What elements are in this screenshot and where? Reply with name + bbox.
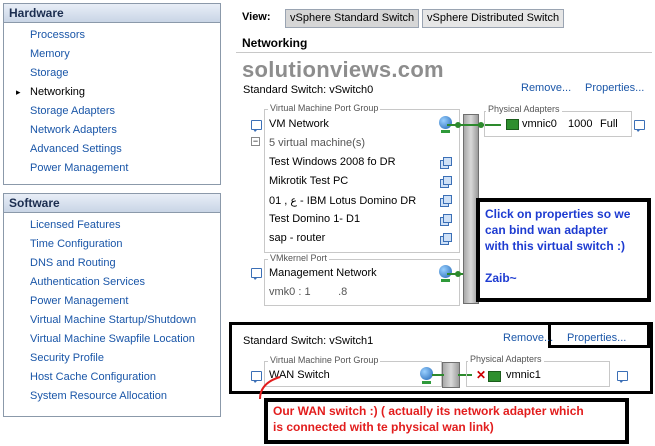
port-group-globe-icon — [439, 116, 452, 133]
software-item-dns-and-routing[interactable]: DNS and Routing — [4, 254, 220, 273]
hardware-item-memory[interactable]: Memory — [4, 45, 220, 64]
wan-port-group-legend: Virtual Machine Port Group — [268, 355, 381, 365]
switch1-remove-link[interactable]: Remove... — [503, 332, 553, 344]
disconnected-icon: ✕ — [476, 368, 487, 382]
comment-icon[interactable] — [251, 268, 262, 280]
wan-physical-adapters-legend: Physical Adapters — [468, 354, 544, 364]
vm-port-group-legend: Virtual Machine Port Group — [268, 103, 381, 113]
vm-list-item[interactable]: sap - router — [269, 232, 325, 244]
properties-annotation-text: Click on properties so we can bind wan ad… — [485, 206, 630, 286]
hardware-header: Hardware — [4, 4, 220, 23]
software-item-licensed-features[interactable]: Licensed Features — [4, 216, 220, 235]
software-header: Software — [4, 194, 220, 213]
switch0-properties-link[interactable]: Properties... — [585, 82, 644, 94]
wan-line — [432, 374, 444, 376]
software-item-time-configuration[interactable]: Time Configuration — [4, 235, 220, 254]
vmkernel-globe-icon — [439, 265, 452, 282]
hardware-panel: Hardware ProcessorsMemoryStorageNetworki… — [3, 3, 221, 185]
hardware-item-advanced-settings[interactable]: Advanced Settings — [4, 140, 220, 159]
vmk-ip: vmk0 : 1 .8 — [269, 286, 348, 298]
vm-list-item[interactable]: Test Windows 2008 fo DR — [269, 156, 396, 168]
wan-annotation-text: Our WAN switch :) ( actually its network… — [273, 403, 584, 435]
annotation-line: Click on properties so we — [485, 207, 631, 221]
standard-switch-view-button[interactable]: vSphere Standard Switch — [285, 9, 420, 28]
vmnic0-label: vmnic0 — [522, 118, 557, 130]
nic-icon — [506, 119, 519, 130]
distributed-switch-view-button[interactable]: vSphere Distributed Switch — [422, 9, 565, 28]
software-item-security-profile[interactable]: Security Profile — [4, 349, 220, 368]
vm-icon[interactable] — [440, 233, 452, 245]
nic-icon — [488, 371, 501, 382]
vm-icon[interactable] — [440, 176, 452, 188]
vmnic1-label: vmnic1 — [506, 369, 541, 381]
software-item-virtual-machine-startup-shutdown[interactable]: Virtual Machine Startup/Shutdown — [4, 311, 220, 330]
watermark: solutionviews.com — [242, 57, 444, 82]
comment-icon[interactable] — [251, 120, 262, 132]
software-panel: Software Licensed Features Time Configura… — [3, 193, 221, 417]
annotation-line: is connected with te physical wan link) — [273, 420, 494, 434]
vmnic0-speed: 1000 — [568, 118, 593, 130]
physical-adapters-legend: Physical Adapters — [486, 104, 562, 114]
switch0-remove-link[interactable]: Remove... — [521, 82, 571, 94]
vm-list-item[interactable]: ع , 01 - IBM Lotus Domino DR — [269, 194, 416, 207]
switch0-title: Standard Switch: vSwitch0 — [243, 84, 374, 96]
vm-count: 5 virtual machine(s) — [269, 137, 365, 149]
hardware-list: ProcessorsMemoryStorageNetworkingStorage… — [4, 23, 220, 178]
hardware-item-processors[interactable]: Processors — [4, 26, 220, 45]
software-item-system-resource-allocation[interactable]: System Resource Allocation — [4, 387, 220, 406]
management-network-label: Management Network — [269, 267, 377, 279]
vmk-dot — [455, 271, 461, 277]
software-item-power-management[interactable]: Power Management — [4, 292, 220, 311]
vm-list-item[interactable]: Test Domino 1- D1 — [269, 213, 360, 225]
hardware-item-networking[interactable]: Networking — [4, 83, 220, 102]
software-item-virtual-machine-swapfile-location[interactable]: Virtual Machine Swapfile Location — [4, 330, 220, 349]
comment-icon[interactable] — [634, 120, 645, 132]
hardware-item-storage[interactable]: Storage — [4, 64, 220, 83]
hardware-item-storage-adapters[interactable]: Storage Adapters — [4, 102, 220, 121]
software-item-host-cache-configuration[interactable]: Host Cache Configuration — [4, 368, 220, 387]
annotation-line — [485, 254, 630, 270]
vm-list-item[interactable]: Mikrotik Test PC — [269, 175, 348, 187]
hardware-item-network-adapters[interactable]: Network Adapters — [4, 121, 220, 140]
vm-icon[interactable] — [440, 214, 452, 226]
vm-network-label: VM Network — [269, 118, 329, 130]
switch1-properties-link[interactable]: Properties... — [567, 332, 626, 344]
annotation-line: can bind wan adapter — [485, 223, 608, 237]
vm-icon[interactable] — [440, 195, 452, 207]
networking-title: Networking — [242, 36, 308, 50]
collapse-icon[interactable]: − — [251, 137, 260, 146]
vm-icon[interactable] — [440, 157, 452, 169]
switch1-title: Standard Switch: vSwitch1 — [243, 335, 374, 347]
annotation-line: with this virtual switch :) — [485, 239, 626, 253]
hardware-item-power-management[interactable]: Power Management — [4, 159, 220, 178]
software-item-authentication-services[interactable]: Authentication Services — [4, 273, 220, 292]
vmkernel-legend: VMkernel Port — [268, 253, 330, 263]
annotation-line: Zaib~ — [485, 271, 517, 285]
view-label: View: — [242, 11, 271, 23]
annotation-line: Our WAN switch :) ( actually its network… — [273, 404, 584, 418]
vmnic0-duplex: Full — [600, 118, 618, 130]
comment-icon[interactable] — [617, 371, 628, 383]
divider — [236, 52, 652, 53]
software-list: Licensed Features Time Configuration DNS a… — [4, 213, 220, 406]
uplink-dot — [455, 122, 461, 128]
